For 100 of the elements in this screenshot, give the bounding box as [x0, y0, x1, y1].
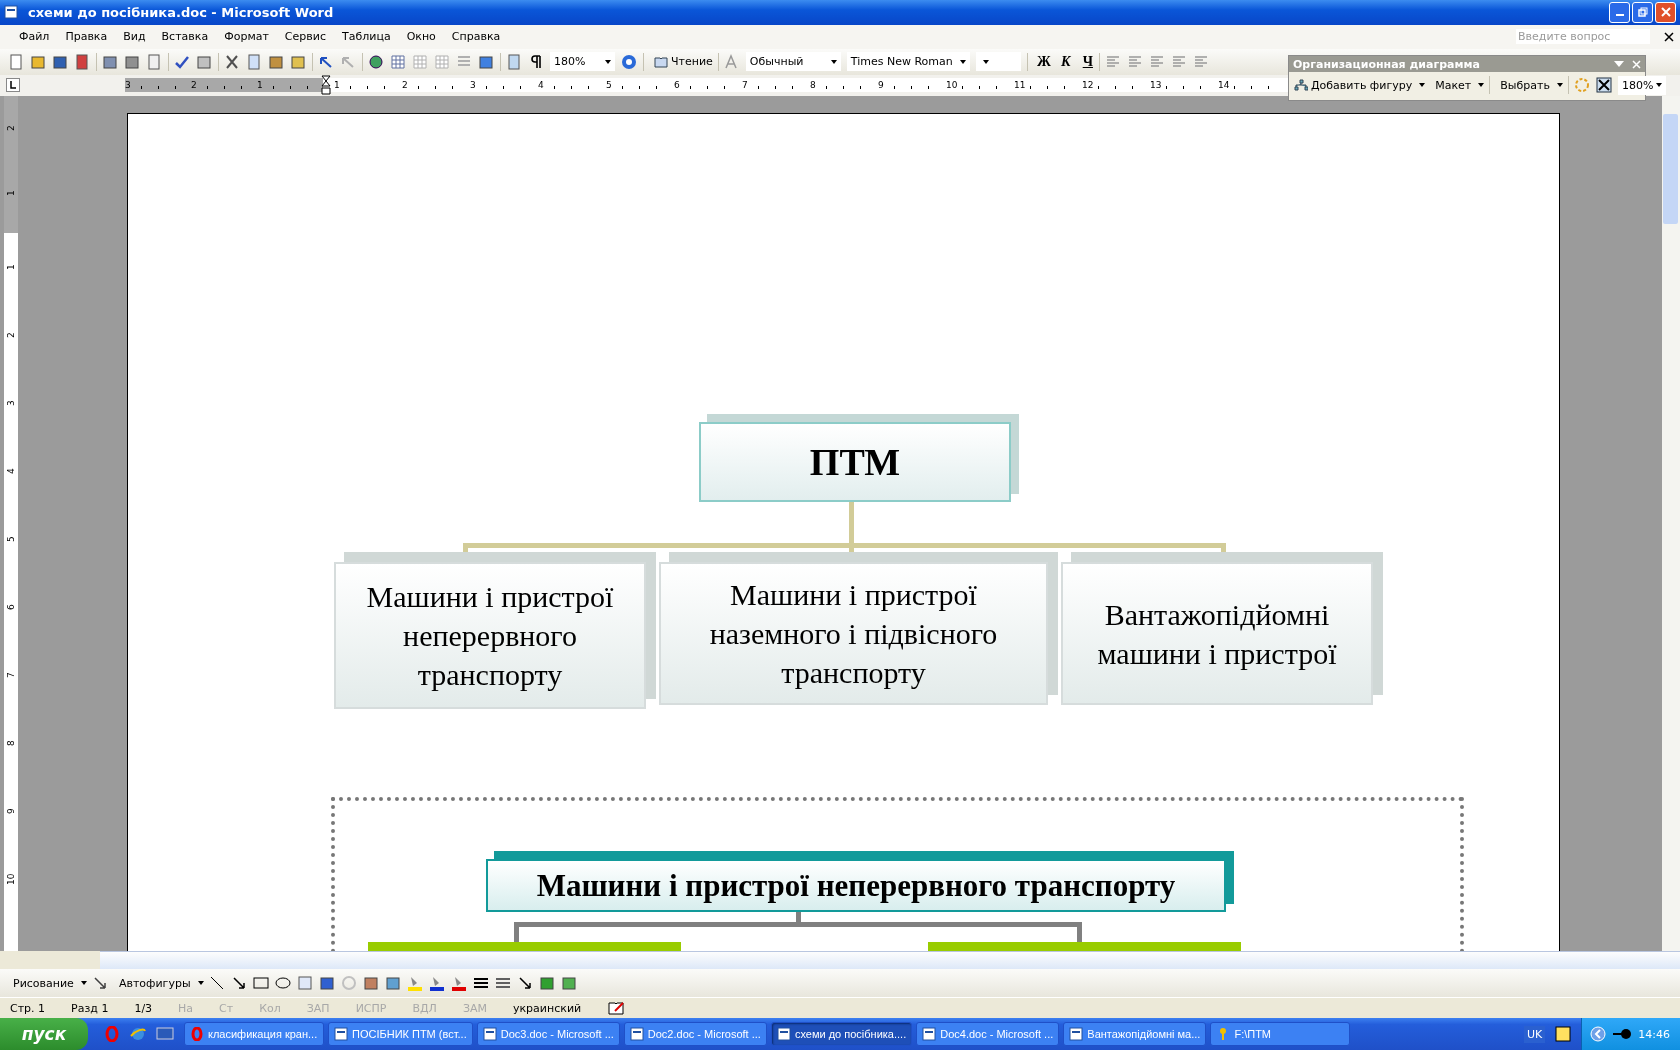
font-dropdown[interactable]: Times New Roman: [846, 52, 970, 72]
font-color-icon[interactable]: [450, 975, 467, 992]
pilcrow-icon[interactable]: [528, 53, 544, 70]
window-title: схеми до посібника.doc - Microsoft Word: [28, 4, 334, 20]
document-icon: [4, 5, 18, 20]
ruler-number: 3: [5, 399, 17, 409]
line-icon[interactable]: [208, 975, 225, 992]
underline-button[interactable]: Ч: [1076, 53, 1099, 70]
menu-item[interactable]: Окно: [399, 30, 445, 44]
menu-item[interactable]: Вид: [116, 30, 155, 44]
ruler-number: 1: [5, 263, 17, 273]
ruler-number: 9: [5, 807, 17, 817]
bold-button[interactable]: Ж: [1032, 53, 1055, 70]
taskbar-button[interactable]: ПОСІБНИК ПТМ (вст...: [328, 1022, 473, 1046]
taskbar-button[interactable]: Doc4.doc - Microsoft ...: [916, 1022, 1060, 1046]
table-border-icon[interactable]: [390, 53, 406, 70]
arrow-icon[interactable]: [230, 975, 247, 992]
zoom-dropdown[interactable]: 180%: [550, 52, 615, 72]
chart-node[interactable]: [928, 942, 1241, 952]
horizontal-scrollbar[interactable]: [100, 951, 1680, 970]
toolbar-title: Организационная диаграмма: [1293, 57, 1480, 71]
chart-node[interactable]: [368, 942, 681, 952]
status-text: Ст: [219, 1001, 235, 1015]
status-text: ВДЛ: [412, 1001, 438, 1015]
cut-icon[interactable]: [224, 53, 240, 70]
status-text: украинский: [512, 1001, 583, 1015]
menu-item[interactable]: Формат: [217, 30, 278, 44]
select-pointer-icon[interactable]: [91, 975, 108, 992]
status-text: ИСПР: [355, 1001, 388, 1015]
layout-button[interactable]: Макет: [1430, 75, 1490, 95]
taskbar-button[interactable]: класификация кран...: [184, 1022, 324, 1046]
ruler-number: 2: [5, 331, 17, 341]
fit-text-icon[interactable]: [1595, 77, 1612, 93]
status-text: Стр. 1: [10, 1001, 47, 1015]
document-icon: [1069, 1027, 1084, 1041]
status-text: Разд 1: [71, 1001, 110, 1015]
oval-icon[interactable]: [274, 975, 291, 992]
arrow-style-icon[interactable]: [516, 975, 533, 992]
fill-color-icon[interactable]: [406, 975, 423, 992]
taskbar-button[interactable]: схеми до посібника....: [770, 1022, 913, 1046]
hyperlink-icon[interactable]: [368, 53, 384, 70]
help-search-field[interactable]: Введите вопрос: [1516, 29, 1650, 45]
taskbar-button[interactable]: F:\ПТМ: [1210, 1022, 1351, 1046]
style-dropdown[interactable]: Обычный: [745, 52, 841, 72]
expand-tray-icon[interactable]: [1590, 1026, 1607, 1042]
book-icon: [654, 55, 668, 68]
menu-item[interactable]: Справка: [444, 30, 510, 44]
taskbar-button[interactable]: Вантажопідйомні ма...: [1063, 1022, 1207, 1046]
rectangle-icon[interactable]: [252, 975, 269, 992]
restore-icon: [1637, 7, 1648, 18]
print-preview-icon[interactable]: [146, 53, 162, 70]
document-icon: [482, 1027, 497, 1041]
indent-marker-icon[interactable]: [321, 75, 331, 96]
close-icon[interactable]: [1664, 31, 1674, 42]
restore-button[interactable]: [1632, 1, 1653, 23]
vertical-scrollbar[interactable]: [1662, 96, 1680, 952]
add-shape-button[interactable]: Добавить фигуру: [1289, 75, 1431, 95]
menu-item[interactable]: Файл: [12, 30, 59, 44]
minimize-button[interactable]: [1609, 1, 1630, 23]
document-icon: [776, 1027, 791, 1041]
select-button[interactable]: Выбрать: [1495, 75, 1568, 95]
document-icon: [922, 1027, 937, 1041]
ruler-number: 1: [5, 190, 17, 199]
ruler-number: 5: [5, 535, 17, 545]
italic-button[interactable]: К: [1054, 53, 1077, 70]
menu-item[interactable]: Таблица: [334, 30, 400, 44]
reading-button[interactable]: Чтение: [649, 51, 718, 72]
status-text: На: [178, 1001, 195, 1015]
menu-item[interactable]: Вставка: [154, 30, 218, 44]
menu-item[interactable]: Правка: [58, 30, 117, 44]
new-document-icon[interactable]: [8, 53, 24, 70]
ruler-number: 6: [5, 603, 17, 613]
autoshapes-menu-button[interactable]: Автофигуры: [113, 973, 209, 994]
ruler-number: 7: [5, 671, 17, 681]
minimize-icon: [1615, 14, 1624, 17]
key-icon[interactable]: [1612, 1028, 1633, 1040]
start-button[interactable]: пуск: [0, 1018, 88, 1050]
close-button[interactable]: [1655, 1, 1676, 23]
styles-icon[interactable]: [723, 53, 740, 70]
ruler-number: 8: [5, 739, 17, 749]
clock: 14:46: [1638, 1027, 1670, 1041]
status-text: Кол: [259, 1001, 282, 1015]
tab-selector-icon[interactable]: [6, 78, 20, 93]
language-indicator[interactable]: UK: [1524, 1025, 1546, 1043]
spelling-status-icon[interactable]: [607, 1001, 626, 1016]
ruler-number: 4: [5, 467, 17, 477]
browser-icon[interactable]: [130, 1026, 146, 1042]
dropdown-icon[interactable]: [1614, 61, 1624, 67]
zoom-dropdown[interactable]: 180%: [1617, 75, 1667, 95]
status-text: 1/3: [134, 1001, 154, 1015]
taskbar-button[interactable]: Doc2.doc - Microsoft ...: [623, 1022, 767, 1046]
browser-icon: [190, 1027, 204, 1041]
menu-item[interactable]: Сервис: [277, 30, 335, 44]
taskbar-button[interactable]: Doc3.doc - Microsoft ...: [476, 1022, 620, 1046]
document-icon: [629, 1027, 644, 1041]
drawing-menu-button[interactable]: Рисование: [8, 973, 92, 994]
org-chart-icon: [1294, 79, 1308, 91]
ruler-number: 10: [5, 872, 17, 888]
close-icon: [1660, 7, 1671, 18]
line-color-icon[interactable]: [428, 975, 445, 992]
